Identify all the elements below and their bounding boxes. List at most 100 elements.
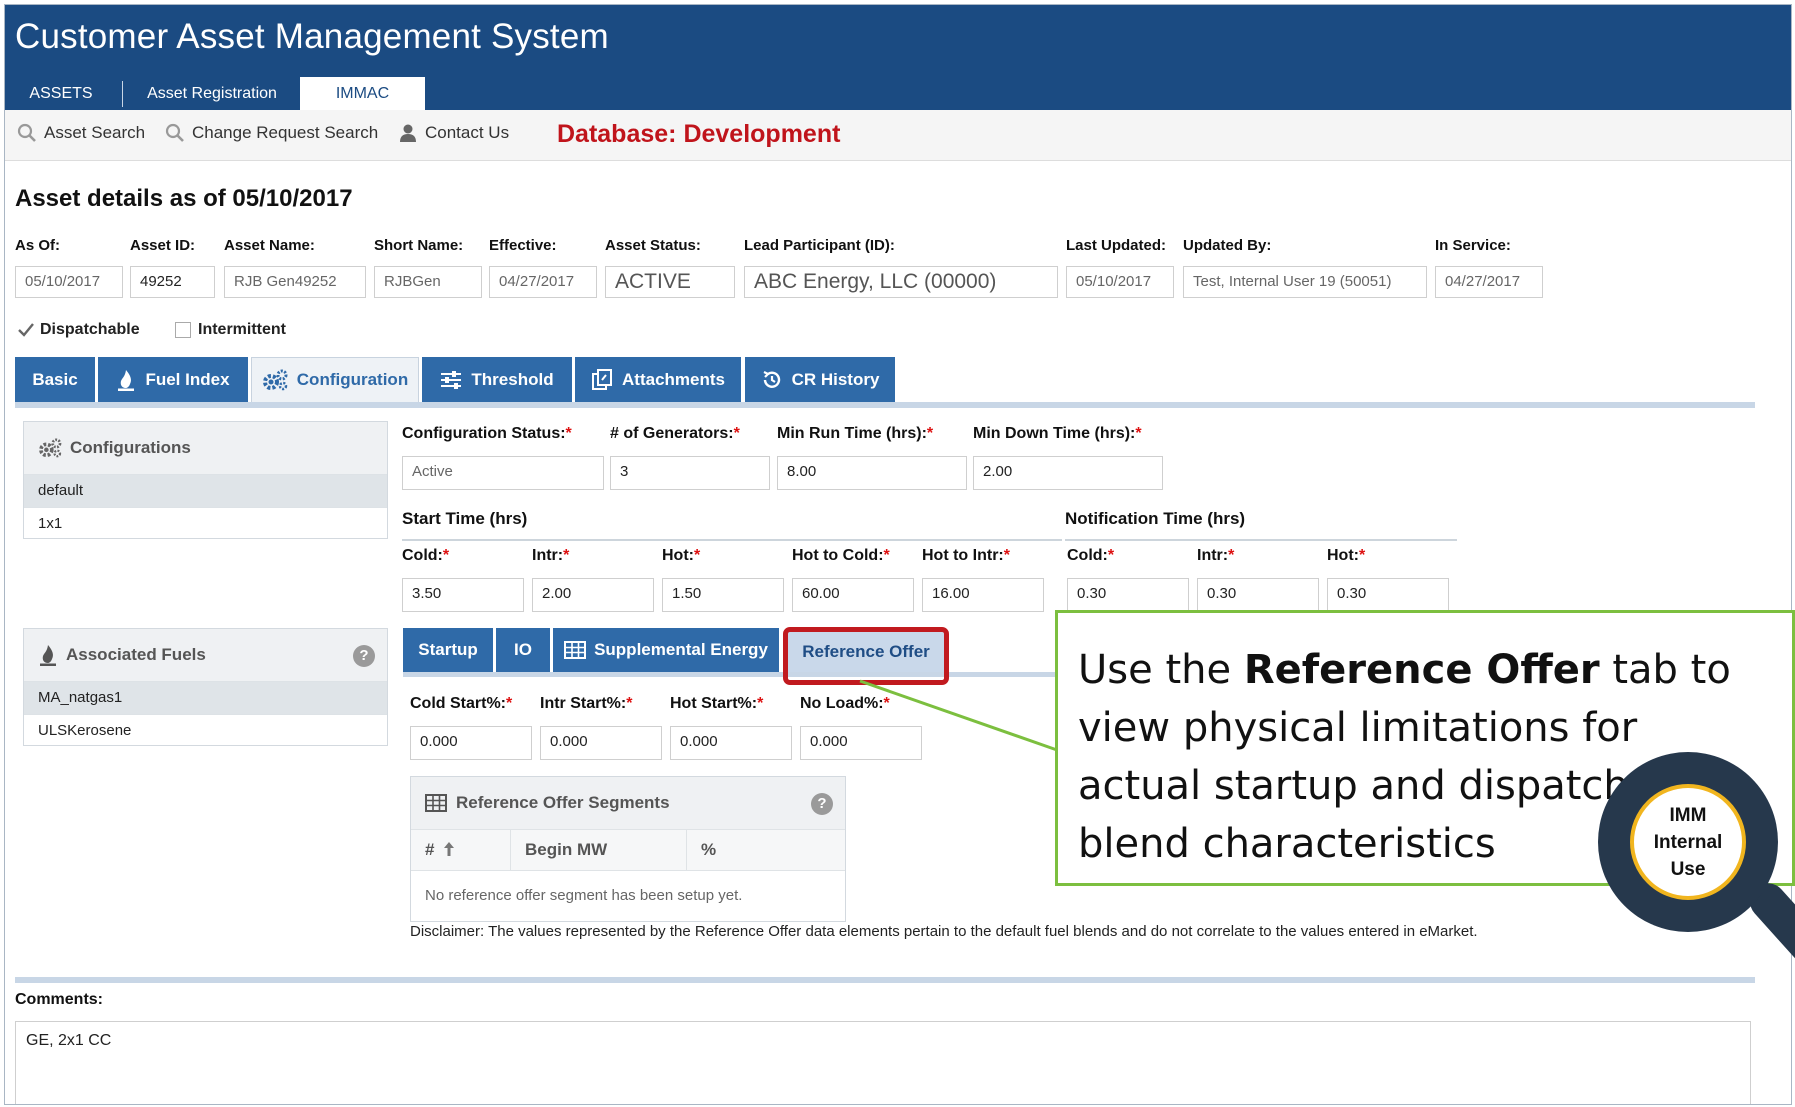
notify-cold-field[interactable]: 0.30 xyxy=(1067,578,1189,612)
cold-start-label: Cold Start%:* xyxy=(410,695,513,712)
intr-start-field[interactable]: 0.000 xyxy=(540,726,662,760)
tab-io-label: IO xyxy=(514,640,532,659)
configuration-item-default[interactable]: default xyxy=(24,474,387,507)
tab-threshold-label: Threshold xyxy=(471,369,554,389)
associated-fuels-title: Associated Fuels xyxy=(66,645,206,664)
tab-asset-registration[interactable]: Asset Registration xyxy=(137,77,287,110)
callout-text-pre: Use the xyxy=(1078,647,1244,693)
badge-line-3: Use xyxy=(1670,858,1706,880)
tab-immac[interactable]: IMMAC xyxy=(300,77,425,110)
in-service-field[interactable]: 04/27/2017 xyxy=(1435,266,1543,298)
flame-icon xyxy=(118,369,135,391)
notification-time-header: Notification Time (hrs) xyxy=(1065,509,1457,541)
badge-label: IMM Internal Use xyxy=(1630,784,1746,900)
callout-text-bold: Reference Offer xyxy=(1243,647,1600,693)
configuration-status-field[interactable]: Active xyxy=(402,456,604,490)
associated-fuels-header: Associated Fuels ? xyxy=(24,629,387,681)
comments-field[interactable]: GE, 2x1 CC xyxy=(15,1021,1751,1104)
hot-to-intr-field[interactable]: 16.00 xyxy=(922,578,1044,612)
dispatchable-label: Dispatchable xyxy=(40,321,140,338)
grid-icon xyxy=(425,794,447,812)
tab-startup[interactable]: Startup xyxy=(403,628,493,672)
start-hot-field[interactable]: 1.50 xyxy=(662,578,784,612)
notify-intr-field[interactable]: 0.30 xyxy=(1197,578,1319,612)
segments-columns: # Begin MW % xyxy=(411,829,845,871)
check-icon xyxy=(18,323,34,337)
tab-cr-history[interactable]: CR History xyxy=(745,357,895,402)
imm-internal-use-badge: IMM Internal Use xyxy=(1598,752,1778,932)
min-run-time-field[interactable]: 8.00 xyxy=(777,456,967,490)
fuel-item[interactable]: MA_natgas1 xyxy=(24,681,387,714)
reference-offer-highlight xyxy=(783,627,949,685)
start-cold-label: Cold:* xyxy=(402,547,450,564)
last-updated-field[interactable]: 05/10/2017 xyxy=(1066,266,1174,298)
app-title: Customer Asset Management System xyxy=(15,17,609,56)
hot-to-cold-field[interactable]: 60.00 xyxy=(792,578,914,612)
asset-name-field[interactable]: RJB Gen49252 xyxy=(224,266,366,298)
checkbox-box[interactable] xyxy=(175,322,191,338)
app-header: Customer Asset Management System ASSETS … xyxy=(5,5,1791,110)
asset-search-link[interactable]: Asset Search xyxy=(17,123,145,143)
short-name-label: Short Name: xyxy=(374,237,464,254)
tab-assets[interactable]: ASSETS xyxy=(13,77,109,110)
gears-icon xyxy=(262,369,288,391)
disclaimer-text: Disclaimer: The values represented by th… xyxy=(410,923,1478,940)
contact-us-label: Contact Us xyxy=(425,123,510,142)
short-name-field[interactable]: RJBGen xyxy=(374,266,482,298)
tab-supplemental-energy[interactable]: Supplemental Energy xyxy=(553,628,779,672)
contact-us-link[interactable]: Contact Us xyxy=(398,123,509,143)
asset-status-field[interactable]: ACTIVE xyxy=(605,266,735,298)
help-icon[interactable]: ? xyxy=(353,645,375,667)
tab-configuration[interactable]: Configuration xyxy=(251,357,419,402)
tab-underline xyxy=(15,402,1755,408)
dispatchable-checkbox[interactable]: Dispatchable xyxy=(17,321,140,339)
tab-fuel-index[interactable]: Fuel Index xyxy=(98,357,248,402)
column-begin-mw[interactable]: Begin MW xyxy=(511,830,687,870)
hot-start-field[interactable]: 0.000 xyxy=(670,726,792,760)
comments-label: Comments: xyxy=(15,991,104,1008)
gears-icon xyxy=(39,438,62,458)
updated-by-field[interactable]: Test, Internal User 19 (50051) xyxy=(1183,266,1427,298)
hot-start-label: Hot Start%:* xyxy=(670,695,764,712)
fuel-item[interactable]: ULSKerosene xyxy=(24,714,387,747)
badge-line-2: Internal xyxy=(1653,831,1723,853)
tab-io[interactable]: IO xyxy=(496,628,550,672)
as-of-label: As Of: xyxy=(15,237,60,254)
configuration-item-1x1[interactable]: 1x1 xyxy=(24,507,387,540)
change-request-search-label: Change Request Search xyxy=(192,123,379,142)
checkbox-box[interactable] xyxy=(17,322,34,338)
min-down-time-field[interactable]: 2.00 xyxy=(973,456,1163,490)
sort-up-icon xyxy=(444,842,455,856)
segments-title: Reference Offer Segments xyxy=(456,793,670,812)
tab-cr-history-label: CR History xyxy=(791,369,880,389)
search-icon xyxy=(165,123,184,142)
start-intr-label: Intr:* xyxy=(532,547,570,564)
generators-field[interactable]: 3 xyxy=(610,456,770,490)
asset-id-field[interactable]: 49252 xyxy=(130,266,215,298)
as-of-field[interactable]: 05/10/2017 xyxy=(15,266,123,298)
tab-basic[interactable]: Basic xyxy=(15,357,95,402)
tab-attachments[interactable]: Attachments xyxy=(575,357,741,402)
column-number[interactable]: # xyxy=(411,830,511,870)
cold-start-field[interactable]: 0.000 xyxy=(410,726,532,760)
tab-configuration-label: Configuration xyxy=(296,370,409,389)
column-percent[interactable]: % xyxy=(687,830,845,870)
change-request-search-link[interactable]: Change Request Search xyxy=(165,123,378,143)
tab-threshold[interactable]: Threshold xyxy=(422,357,572,402)
start-intr-field[interactable]: 2.00 xyxy=(532,578,654,612)
intermittent-checkbox[interactable]: Intermittent xyxy=(175,321,286,339)
asset-search-label: Asset Search xyxy=(44,123,146,142)
history-icon xyxy=(763,370,780,388)
min-run-time-label: Min Run Time (hrs):* xyxy=(777,425,934,442)
generators-label: # of Generators:* xyxy=(610,425,740,442)
attachment-icon xyxy=(592,368,613,390)
lead-participant-field[interactable]: ABC Energy, LLC (00000) xyxy=(744,266,1058,298)
effective-field[interactable]: 04/27/2017 xyxy=(489,266,597,298)
sub-navigation: Asset Search Change Request Search Conta… xyxy=(5,110,1791,161)
help-icon[interactable]: ? xyxy=(811,793,833,815)
notify-hot-field[interactable]: 0.30 xyxy=(1327,578,1449,612)
tab-supplemental-energy-label: Supplemental Energy xyxy=(594,640,768,659)
no-load-field[interactable]: 0.000 xyxy=(800,726,922,760)
intr-start-label: Intr Start%:* xyxy=(540,695,633,712)
start-cold-field[interactable]: 3.50 xyxy=(402,578,524,612)
